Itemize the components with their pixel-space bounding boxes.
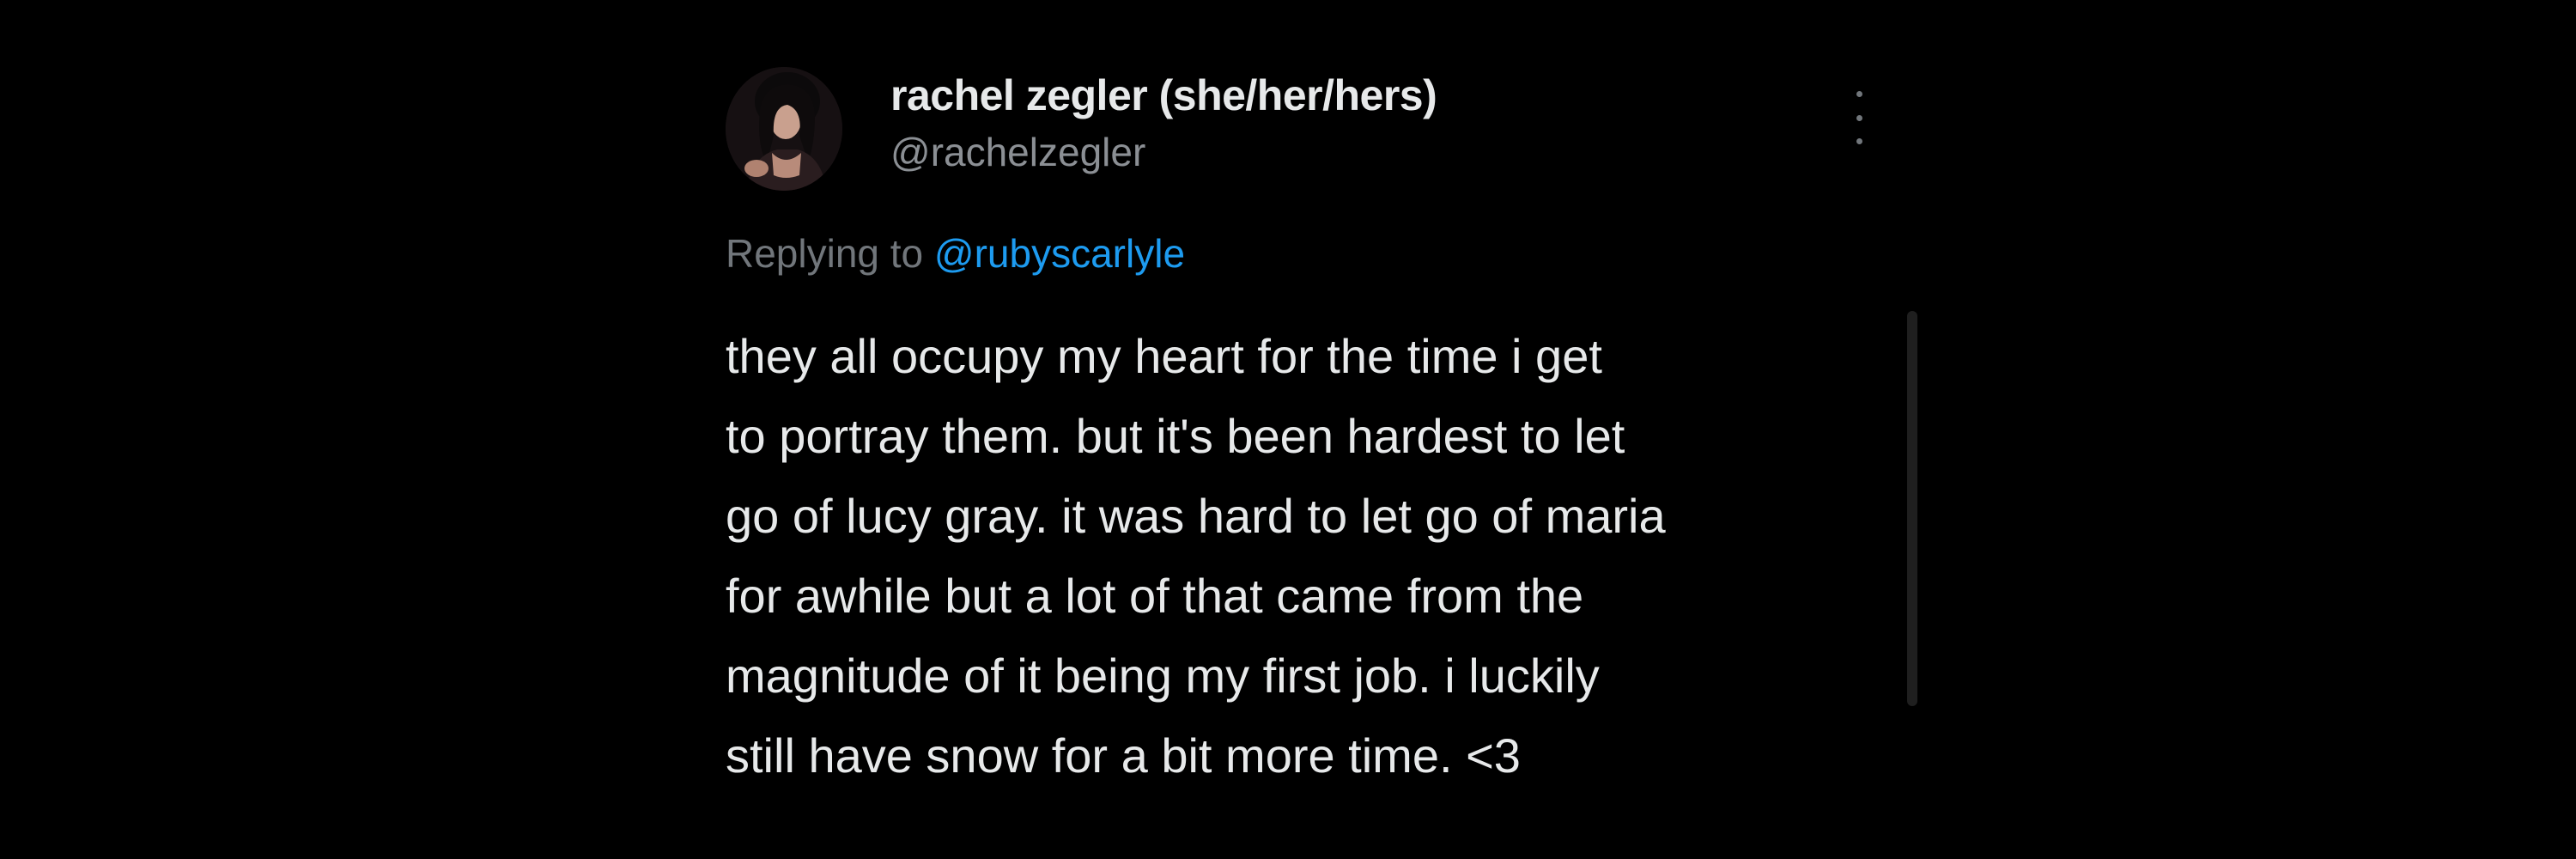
more-vertical-icon <box>1856 91 1862 97</box>
tweet-text-line: for awhile but a lot of that came from t… <box>726 569 1584 623</box>
more-vertical-icon <box>1856 114 1862 121</box>
tweet-text: they all occupy my heart for the time i … <box>726 316 1876 795</box>
profile-photo <box>726 67 842 191</box>
more-options-button[interactable] <box>1846 91 1872 144</box>
tweet-text-line: still have snow for a bit more time. <3 <box>726 728 1521 783</box>
display-name[interactable]: rachel zegler (she/her/hers) <box>890 70 1437 120</box>
more-vertical-icon <box>1856 138 1862 144</box>
replying-prefix: Replying to <box>726 231 924 276</box>
tweet-text-line: to portray them. but it's been hardest t… <box>726 409 1625 463</box>
replying-to: Replying to @rubyscarlyle <box>726 230 1185 277</box>
avatar[interactable] <box>726 67 842 191</box>
scrollbar[interactable] <box>1907 311 1917 706</box>
tweet-text-line: they all occupy my heart for the time i … <box>726 329 1602 383</box>
replying-mention-link[interactable]: @rubyscarlyle <box>934 231 1185 276</box>
tweet-text-line: magnitude of it being my first job. i lu… <box>726 649 1600 703</box>
handle[interactable]: @rachelzegler <box>890 129 1145 175</box>
tweet: rachel zegler (she/her/hers) @rachelzegl… <box>0 0 2576 859</box>
tweet-text-line: go of lucy gray. it was hard to let go o… <box>726 489 1666 543</box>
